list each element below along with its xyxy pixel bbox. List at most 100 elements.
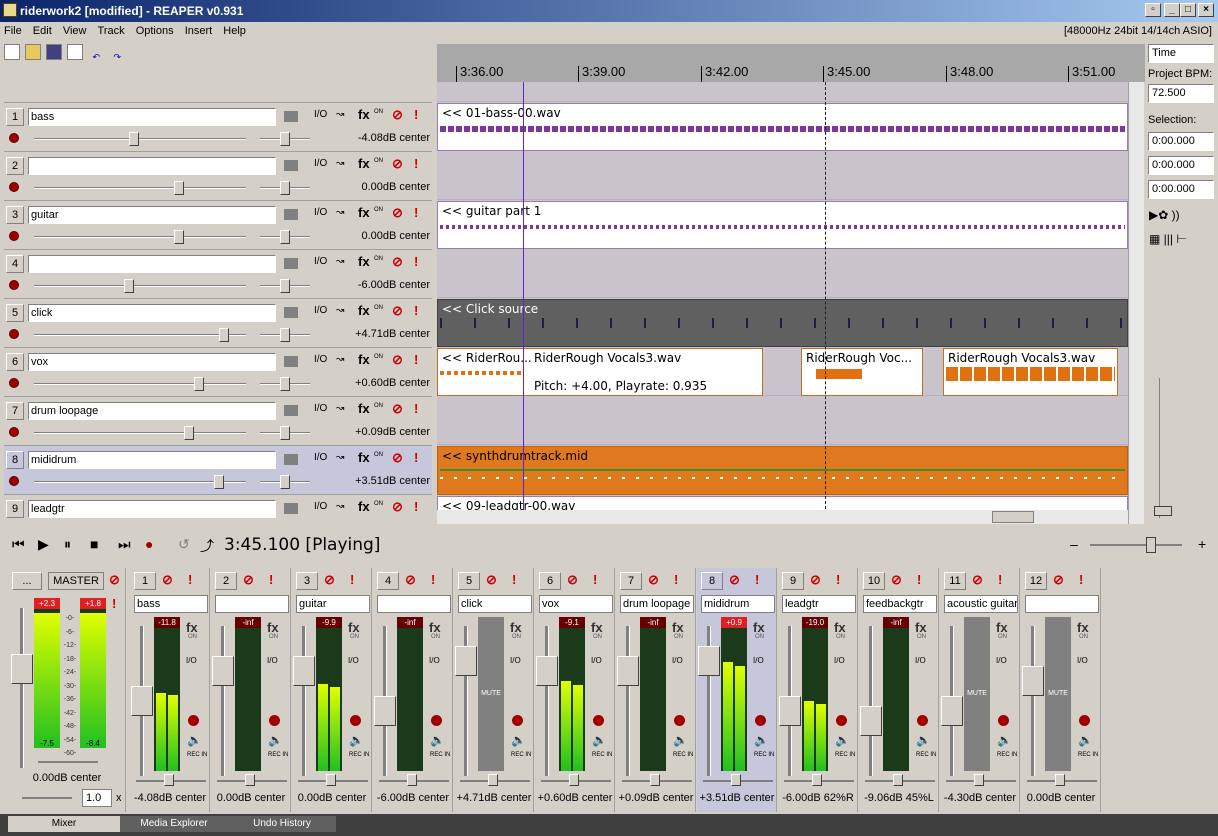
monitor-speaker-icon[interactable]: 🔈 — [187, 733, 202, 747]
record-arm-button[interactable] — [9, 329, 19, 339]
strip-name-input[interactable]: leadgtr — [782, 595, 856, 613]
record-arm-button[interactable] — [755, 715, 766, 726]
solo-icon[interactable]: ! — [188, 572, 192, 587]
mute-icon[interactable]: ⊘ — [1053, 572, 1064, 588]
zoom-in-icon[interactable]: + — [1198, 536, 1206, 552]
envelope-icon[interactable]: ↝ — [336, 158, 344, 169]
fx-button[interactable]: fx — [358, 254, 370, 269]
fx-button[interactable]: fx — [358, 401, 370, 416]
track-name-input[interactable]: vox — [28, 353, 276, 371]
record-arm-button[interactable] — [188, 715, 199, 726]
time-mode-select[interactable]: Time — [1148, 44, 1214, 63]
menu-insert[interactable]: Insert — [185, 25, 213, 37]
volume-fader[interactable] — [455, 626, 477, 776]
io-button[interactable]: I/O — [753, 656, 764, 665]
strip-name-input[interactable]: vox — [539, 595, 613, 613]
solo-icon[interactable]: ! — [414, 156, 418, 171]
track-number[interactable]: 3 — [6, 206, 24, 224]
mute-icon[interactable]: ⊘ — [392, 205, 403, 221]
restore-icon[interactable]: ▫ — [1145, 3, 1161, 17]
menu-edit[interactable]: Edit — [33, 25, 52, 37]
track-number[interactable]: 8 — [6, 451, 24, 469]
close-button[interactable]: × — [1198, 3, 1214, 17]
rate-input[interactable]: 1.0 — [82, 789, 112, 807]
record-arm-button[interactable] — [1079, 715, 1090, 726]
track-name-input[interactable]: click — [28, 304, 276, 322]
mute-icon[interactable]: ⊘ — [972, 572, 983, 588]
mute-icon[interactable]: ⊘ — [392, 401, 403, 417]
pan-slider[interactable] — [260, 230, 310, 244]
record-arm-button[interactable] — [674, 715, 685, 726]
selection-start[interactable]: 0:00.000 — [1148, 132, 1214, 151]
volume-slider[interactable] — [34, 328, 246, 342]
strip-number[interactable]: 11 — [944, 572, 966, 590]
solo-icon[interactable]: ! — [593, 572, 597, 587]
mute-icon[interactable]: ⊘ — [405, 572, 416, 588]
record-arm-button[interactable] — [431, 715, 442, 726]
track-name-input[interactable] — [28, 255, 276, 273]
strip-number[interactable]: 7 — [620, 572, 642, 590]
media-item[interactable]: << RiderRou... RiderRough Vocals3.wav Pi… — [437, 348, 763, 396]
folder-icon[interactable] — [284, 356, 298, 367]
record-arm-button[interactable] — [269, 715, 280, 726]
strip-number[interactable]: 8 — [701, 572, 723, 590]
mute-icon[interactable]: ⊘ — [392, 254, 403, 270]
metronome-icon[interactable]: ⤴ — [200, 536, 214, 556]
repeat-icon[interactable]: ↺ — [178, 536, 190, 553]
folder-icon[interactable] — [284, 209, 298, 220]
io-button[interactable]: I/O — [314, 109, 327, 120]
track-name-input[interactable] — [28, 157, 276, 175]
envelope-icon[interactable]: ↝ — [336, 501, 344, 512]
track-name-input[interactable]: leadgtr — [28, 500, 276, 518]
io-button[interactable]: I/O — [314, 403, 327, 414]
track-number[interactable]: 9 — [6, 500, 24, 518]
solo-icon[interactable]: ! — [836, 572, 840, 587]
record-arm-button[interactable] — [917, 715, 928, 726]
fx-button[interactable]: fx — [834, 620, 846, 635]
volume-fader[interactable] — [860, 626, 882, 776]
fx-button[interactable]: fx — [358, 303, 370, 318]
track-drum loopage[interactable]: 7 drum loopage I/O ↝ fx ON ⊘ ! +0.09dB c… — [4, 397, 432, 446]
strip-number[interactable]: 2 — [215, 572, 237, 590]
monitor-speaker-icon[interactable]: 🔈 — [754, 733, 769, 747]
fx-button[interactable]: fx — [358, 352, 370, 367]
monitor-speaker-icon[interactable]: 🔈 — [268, 733, 283, 747]
mute-icon[interactable]: ⊘ — [392, 303, 403, 319]
strip-number[interactable]: 4 — [377, 572, 399, 590]
io-button[interactable]: I/O — [314, 305, 327, 316]
pan-slider[interactable] — [298, 774, 368, 786]
arrange-view[interactable]: << 01-bass-00.wav << guitar part 1 << Cl… — [437, 82, 1128, 524]
pan-slider[interactable] — [622, 774, 692, 786]
record-arm-button[interactable] — [836, 715, 847, 726]
track-unnamed-4[interactable]: 4 I/O ↝ fx ON ⊘ ! -6.00dB center — [4, 250, 432, 299]
io-button[interactable]: I/O — [186, 656, 197, 665]
mute-icon[interactable]: ⊘ — [729, 572, 740, 588]
solo-icon[interactable]: ! — [414, 205, 418, 220]
solo-icon[interactable]: ! — [674, 572, 678, 587]
pan-slider[interactable] — [460, 774, 530, 786]
record-arm-button[interactable] — [998, 715, 1009, 726]
bpm-input[interactable]: 72.500 — [1148, 84, 1214, 103]
strip-number[interactable]: 12 — [1025, 572, 1047, 590]
track-vox[interactable]: 6 vox I/O ↝ fx ON ⊘ ! +0.60dB center — [4, 348, 432, 397]
mute-icon[interactable]: ⊘ — [648, 572, 659, 588]
zoom-slider[interactable] — [1154, 378, 1172, 518]
strip-number[interactable]: 3 — [296, 572, 318, 590]
track-bass[interactable]: 1 bass I/O ↝ fx ON ⊘ ! -4.08dB center — [4, 103, 432, 152]
envelope-icon[interactable]: ↝ — [336, 354, 344, 365]
solo-icon[interactable]: ! — [414, 401, 418, 416]
strip-number[interactable]: 9 — [782, 572, 804, 590]
io-button[interactable]: I/O — [834, 656, 845, 665]
save-icon[interactable] — [46, 44, 63, 60]
io-button[interactable]: I/O — [314, 158, 327, 169]
track-name-input[interactable]: mididrum — [28, 451, 276, 469]
io-button[interactable]: I/O — [314, 256, 327, 267]
track-unnamed-2[interactable]: 2 I/O ↝ fx ON ⊘ ! 0.00dB center — [4, 152, 432, 201]
folder-icon[interactable] — [284, 160, 298, 171]
monitor-speaker-icon[interactable]: 🔈 — [916, 733, 931, 747]
strip-name-input[interactable] — [1025, 595, 1099, 613]
envelope-icon[interactable]: ↝ — [336, 403, 344, 414]
monitor-speaker-icon[interactable]: 🔈 — [349, 733, 364, 747]
pan-slider[interactable] — [260, 475, 310, 489]
menu-options[interactable]: Options — [136, 25, 174, 37]
